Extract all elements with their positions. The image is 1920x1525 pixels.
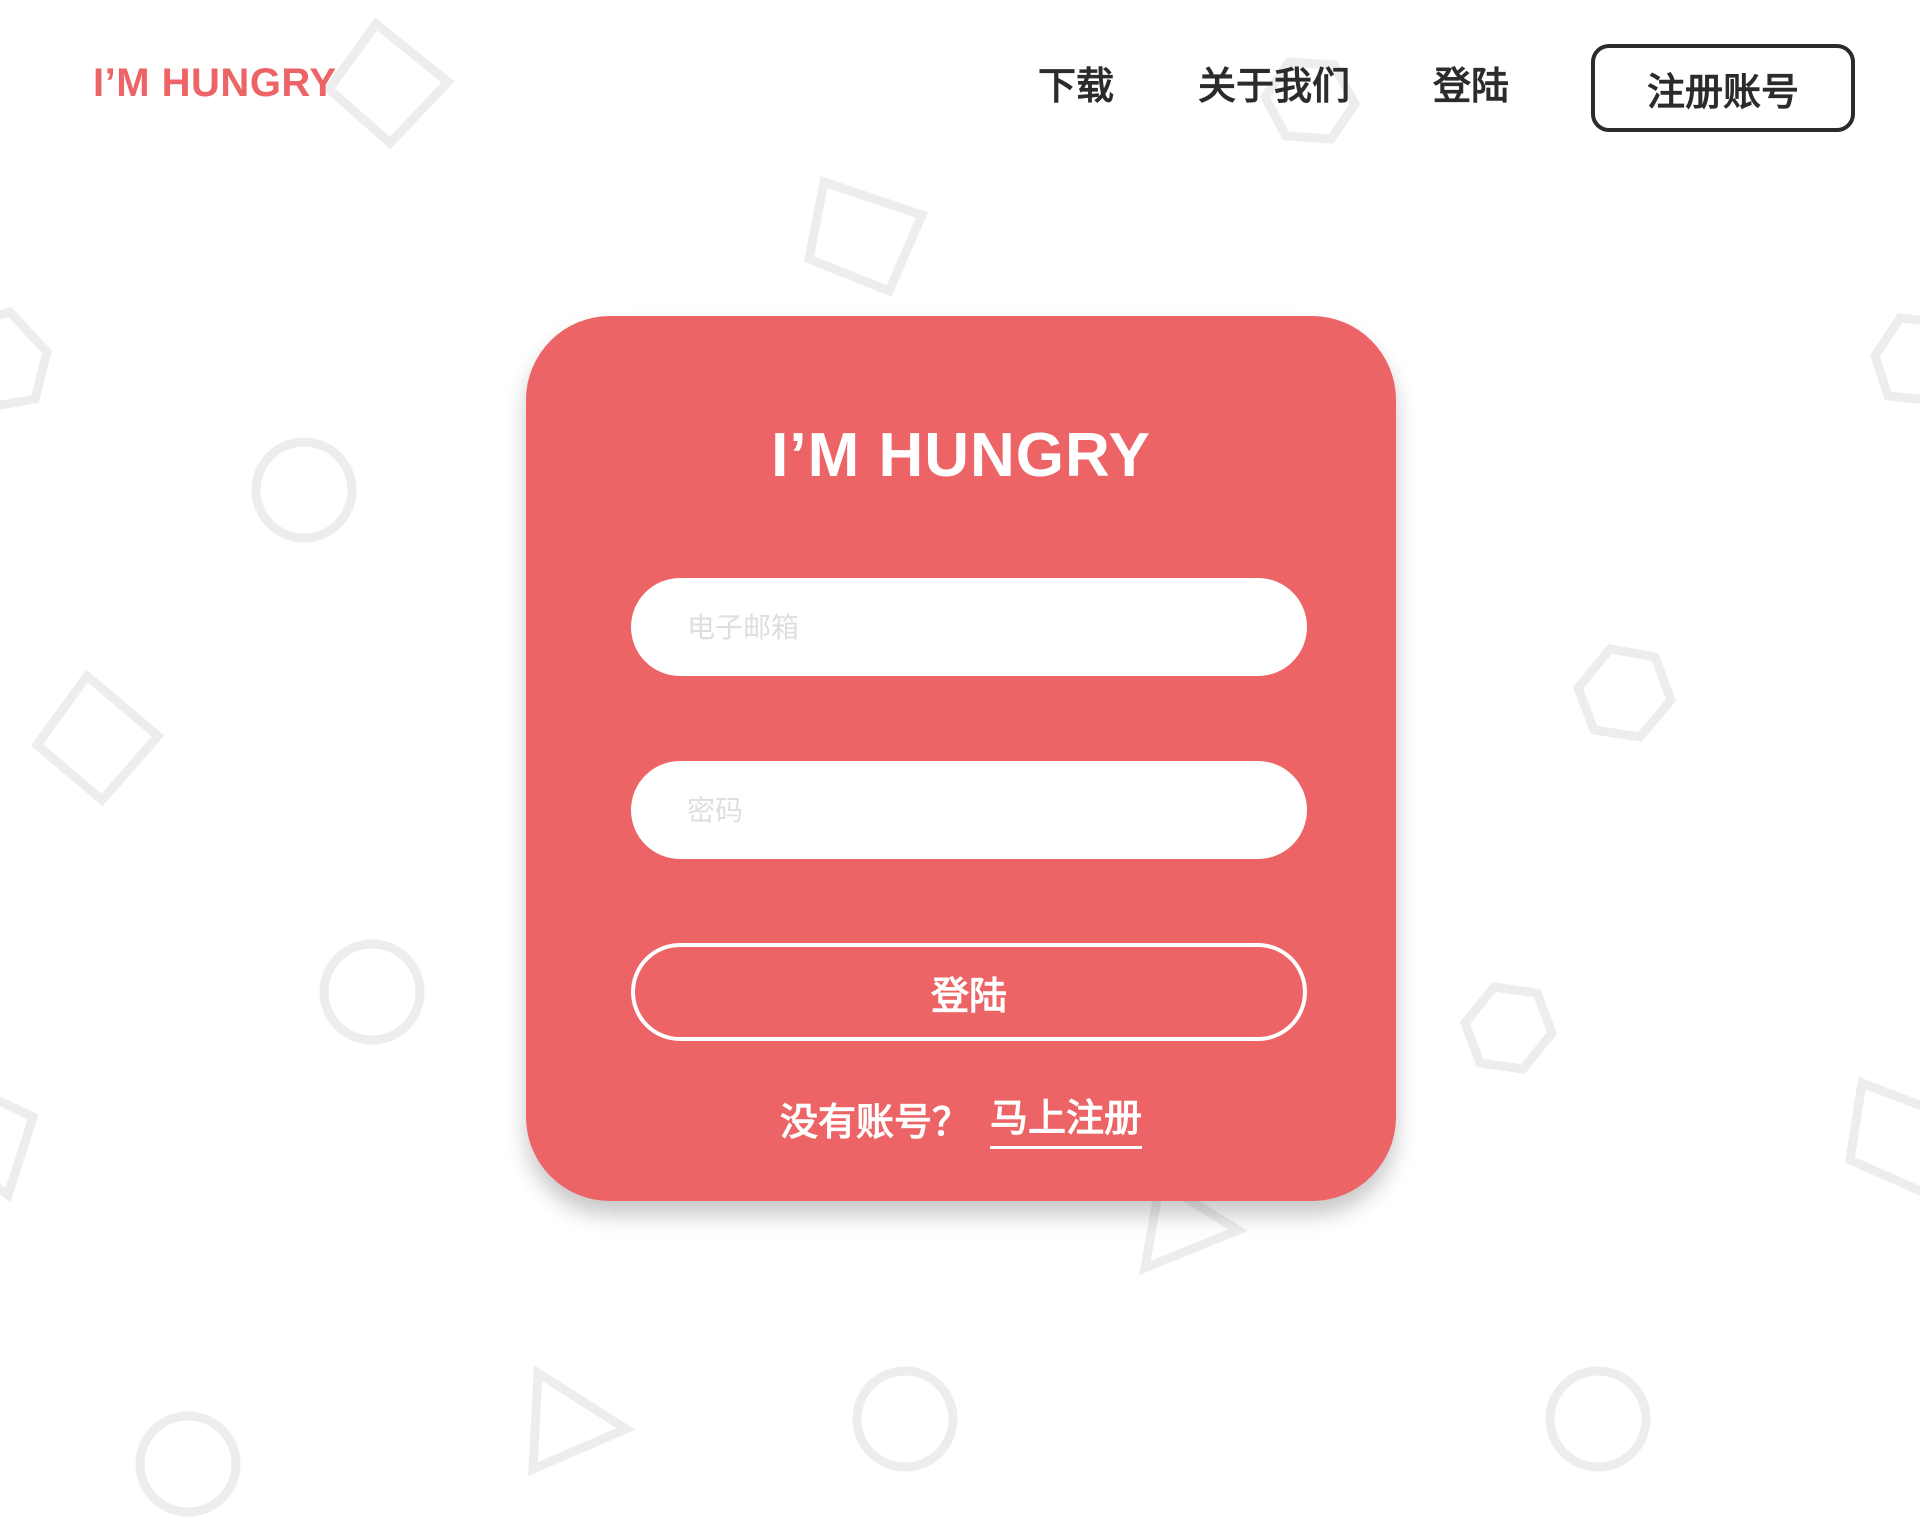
square-outline-icon — [0, 1096, 39, 1203]
circle-outline-icon — [251, 437, 357, 543]
signup-prompt: 没有账号？ — [779, 1099, 970, 1144]
hexagon-outline-icon — [0, 306, 52, 410]
nav-download-link[interactable]: 下载 — [1038, 44, 1114, 128]
signup-line: 没有账号？ 马上注册 — [526, 1087, 1396, 1149]
card-title: I’M HUNGRY — [771, 421, 1151, 490]
email-input[interactable] — [631, 578, 1307, 676]
square-outline-icon — [30, 669, 165, 807]
hexagon-outline-icon — [1459, 982, 1558, 1074]
circle-outline-icon — [852, 1366, 958, 1472]
password-input[interactable] — [631, 761, 1307, 859]
password-field-wrapper — [631, 761, 1307, 859]
circle-outline-icon — [319, 939, 425, 1045]
signup-link[interactable]: 马上注册 — [990, 1087, 1143, 1149]
square-outline-icon — [803, 176, 929, 297]
brand-logo[interactable]: I’M HUNGRY — [93, 58, 337, 108]
circle-outline-icon — [135, 1411, 241, 1517]
nav-login-link[interactable]: 登陆 — [1433, 44, 1509, 128]
square-outline-icon — [1845, 1076, 1920, 1196]
login-submit-button[interactable]: 登陆 — [631, 943, 1307, 1041]
login-card: I’M HUNGRY 登陆 没有账号？ 马上注册 — [526, 316, 1396, 1201]
circle-outline-icon — [1545, 1366, 1651, 1472]
hexagon-outline-icon — [1572, 644, 1677, 742]
site-header: I’M HUNGRY 下载 关于我们 登陆 注册账号 — [0, 0, 1920, 175]
email-field-wrapper — [631, 578, 1307, 676]
triangle-outline-icon — [528, 1365, 636, 1476]
nav-about-link[interactable]: 关于我们 — [1198, 44, 1350, 128]
nav-register-button[interactable]: 注册账号 — [1591, 44, 1855, 132]
hexagon-outline-icon — [1870, 313, 1920, 404]
